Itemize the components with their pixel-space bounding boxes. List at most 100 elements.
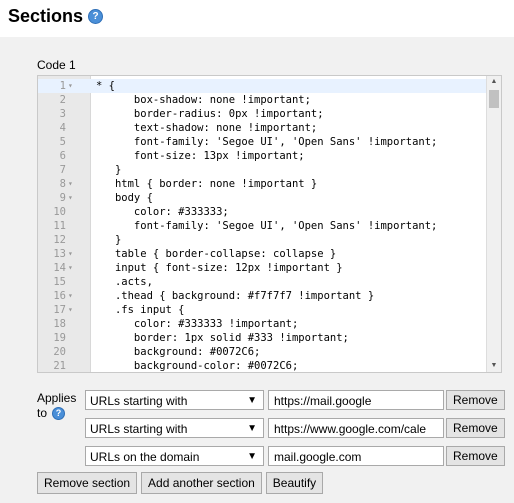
to-label: to — [37, 406, 48, 420]
beautify-button[interactable]: Beautify — [265, 472, 324, 494]
code-line[interactable]: 2 box-shadow: none !important; — [38, 93, 486, 107]
fold-arrow-icon[interactable]: ▾ — [68, 261, 73, 275]
scroll-down-icon[interactable]: ▼ — [487, 360, 501, 372]
code-line[interactable]: 20 background: #0072C6; — [38, 345, 486, 359]
code-editor[interactable]: 1 ▾ * {2 box-shadow: none !important; 3 bor… — [37, 75, 502, 373]
remove-rule-button[interactable]: Remove — [446, 390, 505, 410]
code-line[interactable]: 12 } — [38, 233, 486, 247]
applies-help-icon[interactable]: ? — [52, 407, 66, 420]
code-label: Code 1 — [37, 58, 76, 72]
line-number: 13 — [53, 248, 66, 260]
line-number: 10 — [53, 206, 66, 218]
line-number: 18 — [53, 318, 66, 330]
rule-value-input[interactable]: mail.google.com — [268, 446, 444, 466]
section-actions: Remove section Add another section Beaut… — [37, 472, 324, 494]
line-number: 5 — [59, 136, 66, 148]
code-line[interactable]: 9 ▾ body { — [38, 191, 486, 205]
rule-type-select[interactable]: URLs on the domain ▼ — [85, 446, 264, 466]
code-text: background: #0072C6; — [96, 346, 261, 358]
line-number: 21 — [53, 360, 66, 372]
code-line[interactable]: 5 font-family: 'Segoe UI', 'Open Sans' !… — [38, 135, 486, 149]
code-text: body { — [96, 192, 153, 204]
code-text: border-radius: 0px !important; — [96, 108, 324, 120]
line-number: 8 — [59, 178, 66, 190]
code-line[interactable]: 7 } — [38, 163, 486, 177]
code-text: .fs input { — [96, 304, 185, 316]
code-line[interactable]: 6 font-size: 13px !important; — [38, 149, 486, 163]
rule-type-value: URLs on the domain — [90, 450, 200, 464]
code-text: font-family: 'Segoe UI', 'Open Sans' !im… — [96, 220, 438, 232]
scroll-thumb[interactable] — [489, 90, 499, 108]
page-title: Sections ? — [8, 6, 104, 27]
fold-arrow-icon[interactable]: ▾ — [68, 177, 73, 191]
code-line[interactable]: 13 ▾ table { border-collapse: collapse } — [38, 247, 486, 261]
dropdown-arrow-icon: ▼ — [247, 395, 257, 406]
code-text: } — [96, 234, 122, 246]
code-text: input { font-size: 12px !important } — [96, 262, 343, 274]
code-text: table { border-collapse: collapse } — [96, 248, 337, 260]
code-text: } — [96, 164, 122, 176]
fold-arrow-icon[interactable]: ▾ — [68, 191, 73, 205]
code-line[interactable]: 4 text-shadow: none !important; — [38, 121, 486, 135]
line-number: 6 — [59, 150, 66, 162]
applies-to-label: Applies to ? — [37, 391, 76, 421]
line-number: 4 — [59, 122, 66, 134]
code-text: border: 1px solid #333 !important; — [96, 332, 349, 344]
code-text: .acts, — [96, 276, 153, 288]
remove-rule-button[interactable]: Remove — [446, 418, 505, 438]
rule-type-select[interactable]: URLs starting with ▼ — [85, 390, 264, 410]
line-number: 12 — [53, 234, 66, 246]
line-number: 9 — [59, 192, 66, 204]
code-line[interactable]: 14 ▾ input { font-size: 12px !important } — [38, 261, 486, 275]
fold-arrow-icon[interactable]: ▾ — [68, 247, 73, 261]
code-lines[interactable]: 1 ▾ * {2 box-shadow: none !important; 3 bor… — [38, 79, 486, 372]
code-line[interactable]: 10 color: #333333; — [38, 205, 486, 219]
code-line[interactable]: 18 color: #333333 !important; — [38, 317, 486, 331]
line-number: 11 — [53, 220, 66, 232]
remove-section-button[interactable]: Remove section — [37, 472, 138, 494]
editor-scrollbar[interactable]: ▲ ▼ — [486, 76, 501, 372]
rule-row: URLs on the domain ▼ mail.google.com Remo… — [85, 446, 505, 468]
sections-title: Sections — [8, 6, 84, 26]
help-icon[interactable]: ? — [88, 9, 104, 24]
fold-arrow-icon[interactable]: ▾ — [68, 79, 73, 93]
scroll-up-icon[interactable]: ▲ — [487, 76, 501, 88]
code-text: box-shadow: none !important; — [96, 94, 311, 106]
code-text: * { — [96, 80, 115, 92]
code-line[interactable]: 15 .acts, — [38, 275, 486, 289]
code-line[interactable]: 21 background-color: #0072C6; — [38, 359, 486, 372]
code-text: html { border: none !important } — [96, 178, 318, 190]
fold-arrow-icon[interactable]: ▾ — [68, 289, 73, 303]
code-line[interactable]: 19 border: 1px solid #333 !important; — [38, 331, 486, 345]
rule-value-input[interactable]: https://www.google.com/cale — [268, 418, 444, 438]
rule-row: URLs starting with ▼ https://www.google.c… — [85, 418, 505, 440]
remove-rule-button[interactable]: Remove — [446, 446, 505, 466]
code-line[interactable]: 8 ▾ html { border: none !important } — [38, 177, 486, 191]
add-section-button[interactable]: Add another section — [141, 472, 262, 494]
line-number: 16 — [53, 290, 66, 302]
code-line[interactable]: 16 ▾ .thead { background: #f7f7f7 !import… — [38, 289, 486, 303]
code-text: color: #333333 !important; — [96, 318, 299, 330]
code-text: font-size: 13px !important; — [96, 150, 305, 162]
applies-label: Applies — [37, 391, 77, 405]
rule-value-input[interactable]: https://mail.google — [268, 390, 444, 410]
line-number: 19 — [53, 332, 66, 344]
code-line[interactable]: 11 font-family: 'Segoe UI', 'Open Sans' … — [38, 219, 486, 233]
code-text: text-shadow: none !important; — [96, 122, 318, 134]
code-line[interactable]: 3 border-radius: 0px !important; — [38, 107, 486, 121]
fold-arrow-icon[interactable]: ▾ — [68, 303, 73, 317]
rule-row: URLs starting with ▼ https://mail.google … — [85, 390, 505, 412]
dropdown-arrow-icon: ▼ — [247, 423, 257, 434]
rule-type-select[interactable]: URLs starting with ▼ — [85, 418, 264, 438]
line-number: 20 — [53, 346, 66, 358]
code-line[interactable]: 1 ▾ * { — [38, 79, 486, 93]
line-number: 14 — [53, 262, 66, 274]
code-line[interactable]: 17 ▾ .fs input { — [38, 303, 486, 317]
line-number: 17 — [53, 304, 66, 316]
line-number: 3 — [59, 108, 66, 120]
line-number: 1 — [59, 80, 66, 92]
rule-type-value: URLs starting with — [90, 422, 188, 436]
code-text: .thead { background: #f7f7f7 !important … — [96, 290, 375, 302]
rule-type-value: URLs starting with — [90, 394, 188, 408]
line-number: 7 — [59, 164, 66, 176]
